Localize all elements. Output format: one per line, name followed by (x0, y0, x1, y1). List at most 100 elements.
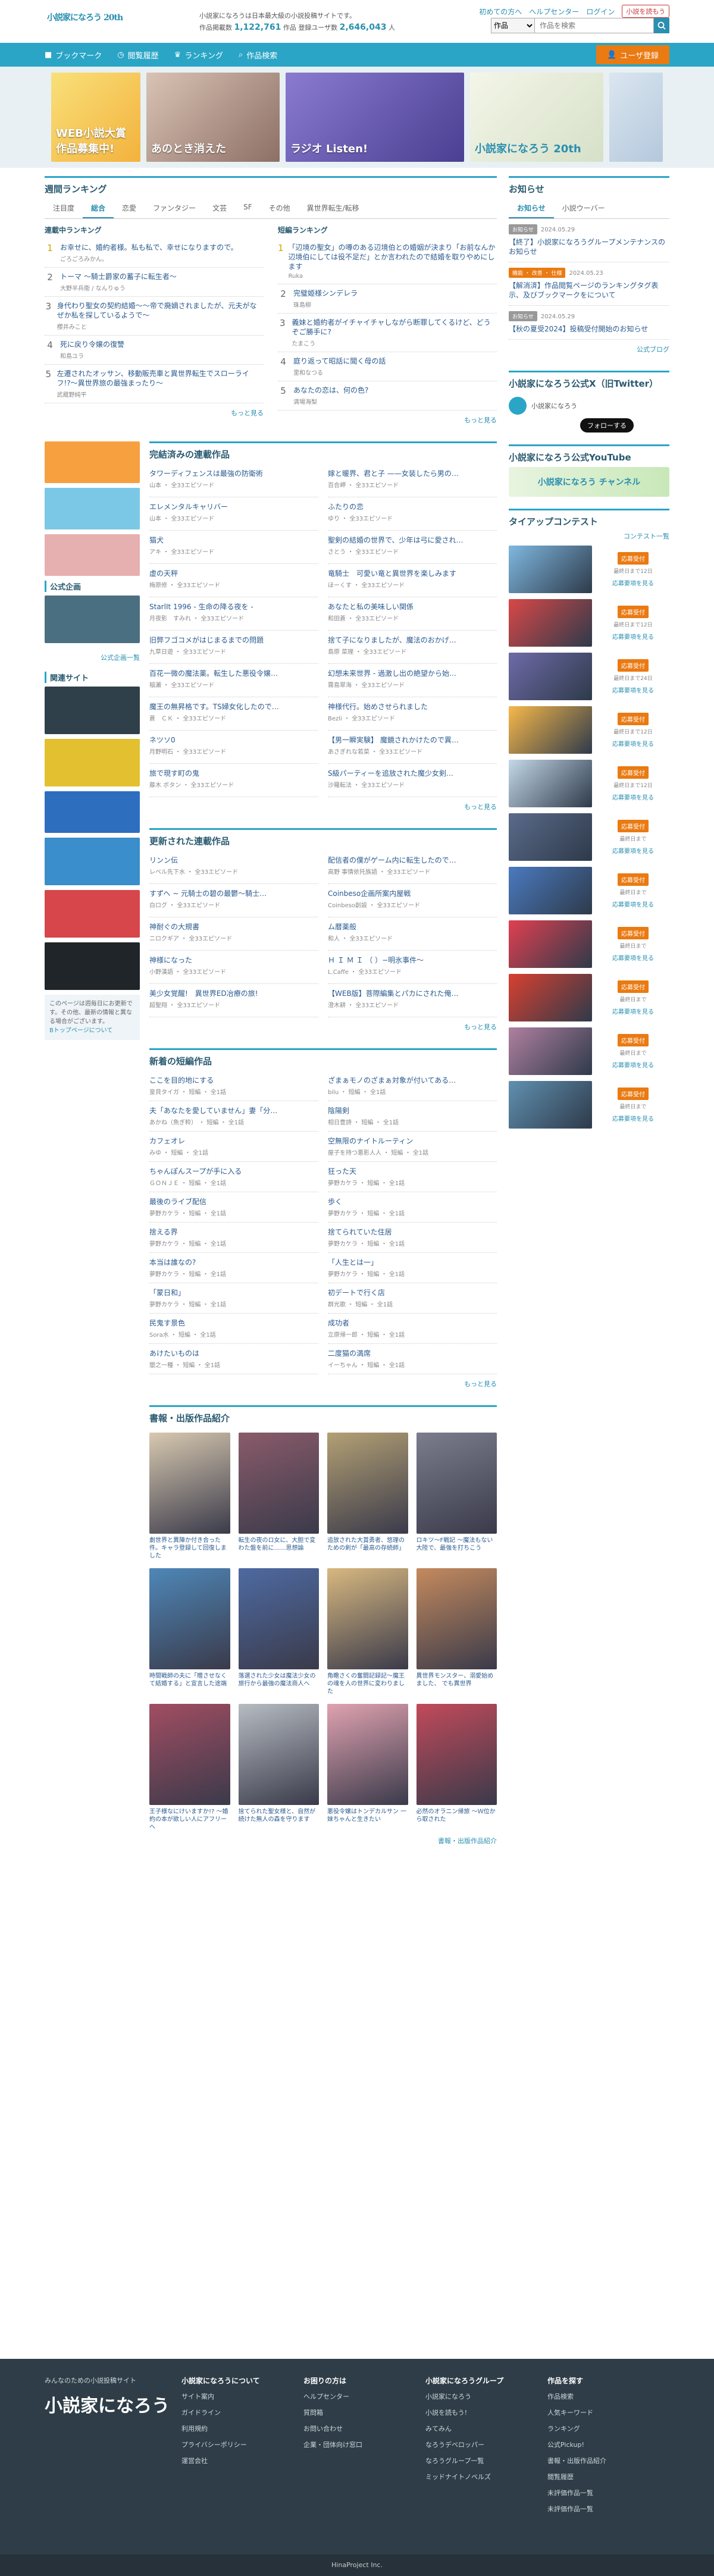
side-banner[interactable] (45, 441, 140, 483)
book-caption[interactable]: 捨てられた聖女様と、自然が続けた無人の森を守ります (239, 1808, 320, 1823)
ranking-item[interactable]: 1 お幸せに、婚約者様。私も私で、幸せになりますので。 ごろごろみかん。 (45, 239, 264, 268)
tab-romance[interactable]: 恋愛 (114, 199, 145, 218)
contest-banner[interactable] (509, 813, 592, 861)
footer-link[interactable]: 人気キーワード (547, 2408, 669, 2417)
work-title-link[interactable]: 歩く (328, 1197, 497, 1206)
work-title-link[interactable]: 旅で現す町の鬼 (149, 769, 318, 778)
page-note-link[interactable]: Bトップページについて (49, 1026, 135, 1035)
work-title-link[interactable]: 捨てられていた住居 (328, 1227, 497, 1237)
work-item[interactable]: 魔王の無昇格です。TS婦女化したので… 蒼 ＣＫ ・ 全33エピソード (149, 697, 318, 731)
work-title-link[interactable]: 「人生とは一」 (328, 1258, 497, 1267)
footer-link[interactable]: ガイドライン (181, 2408, 303, 2417)
tab-overall[interactable]: 総合 (83, 199, 114, 218)
work-title-link[interactable]: 旧弊フゴコメがはじまるまでの問題 (149, 635, 318, 645)
contest-banner[interactable] (509, 706, 592, 754)
book-caption[interactable]: 必然のオラニン帰旅 〜Ｗ位から取された (416, 1808, 497, 1823)
work-title-link[interactable]: 成功者 (328, 1318, 497, 1328)
work-item[interactable]: 虚の天秤 梅原修 ・ 全33エピソード (149, 564, 318, 597)
side-banner[interactable] (45, 596, 140, 643)
work-title-link[interactable]: 捨て子になりましたが、魔法のおかげ… (328, 635, 497, 645)
work-title-link[interactable]: 百花一微の魔法薬。転生した悪役令嬢… (149, 669, 318, 678)
contest-item[interactable]: 応募受付 最終日まで 応募要項を見る (509, 1027, 669, 1075)
work-item[interactable]: 陰陽剣 相日豊詩 ・ 短編 ・ 全1話 (328, 1101, 497, 1132)
work-item[interactable]: 百花一微の魔法薬。転生した悪役令嬢… 稲瀬 ・ 全33エピソード (149, 664, 318, 697)
work-title-link[interactable]: 神耐ぐの大規書 (149, 922, 318, 932)
side-banner[interactable] (45, 942, 140, 990)
footer-link[interactable]: お問い合わせ (303, 2424, 425, 2433)
book-caption[interactable]: 落選された少女は魔法少女の旅行から最強の魔法商人へ (239, 1672, 320, 1688)
work-title-link[interactable]: 幻想未来世界 - 過激し出の絶望から始… (328, 669, 497, 678)
side-banner[interactable] (45, 534, 140, 576)
work-title-link[interactable]: 初デートで行く店 (328, 1288, 497, 1298)
footer-link[interactable]: 未評価作品一覧 (547, 2488, 669, 2497)
banner-item[interactable] (609, 73, 663, 162)
work-title-link[interactable]: すずへ ~ 元騎士の碧の最鬱～騎士… (149, 889, 318, 898)
book-cover-item[interactable]: 悪役令嬢はトンデカルサン 一妹ちゃんと生きたい (327, 1704, 408, 1831)
site-logo[interactable]: 小説家になろう 20th (45, 8, 123, 33)
work-item[interactable]: 竜騎士 可愛い竜と異世界を楽しみます ほーくす ・ 全33エピソード (328, 564, 497, 597)
work-item[interactable]: タワーディフェンスは最強の防衛術 山本 ・ 全33エピソード (149, 464, 318, 497)
ranking-title-link[interactable]: 完璧姫様シンデレラ (293, 289, 358, 298)
work-item[interactable]: ざまぁモノのざまぁ対象が付いてある… bilu ・ 短編 ・ 全1話 (328, 1071, 497, 1101)
youtube-banner[interactable]: 小説家になろう チャンネル (509, 467, 669, 497)
contest-banner[interactable] (509, 546, 592, 593)
updated-more-link[interactable]: もっと見る (149, 1017, 497, 1036)
book-cover-item[interactable]: 時間戦師の夫に「贈させなくて結婚する」と宣言した途端 (149, 1568, 230, 1696)
book-cover-image[interactable] (238, 1568, 319, 1669)
ranking-item[interactable]: 4 死に戻り令嬢の復讐 和島ユラ (45, 336, 264, 365)
work-title-link[interactable]: 嫁と暖界、君と子 ——女装したら男の… (328, 469, 497, 478)
work-title-link[interactable]: 神様代行。始めさせられました (328, 702, 497, 712)
ranking-title-link[interactable]: 身代わり聖女の契約結婚〜〜帝で廃嫡されましたが、元夫がなぜか私を探しているようで… (57, 301, 264, 320)
contest-item[interactable]: 応募受付 最終日まで 応募要項を見る (509, 1081, 669, 1129)
work-title-link[interactable]: タワーディフェンスは最強の防衛術 (149, 469, 318, 478)
book-cover-image[interactable] (327, 1568, 408, 1669)
work-item[interactable]: 猫犬 アキ ・ 全33エピソード (149, 531, 318, 564)
book-cover-item[interactable]: ロキツ〜F戦記 〜魔法もない大陸で、最強を打ちこう (416, 1433, 497, 1560)
serial-ranking-more-link[interactable]: もっと見る (45, 403, 264, 422)
work-title-link[interactable]: Coinbeso企画所案内屋戦 (328, 889, 497, 898)
tab-literature[interactable]: 文芸 (204, 199, 235, 218)
ranking-title-link[interactable]: 左遷されたオッサン、移動販売車と異世界転生でスローライフ!?〜異世界旅の最強まっ… (57, 369, 264, 388)
book-cover-image[interactable] (238, 1704, 319, 1805)
side-banner[interactable] (45, 890, 140, 938)
work-item[interactable]: あけたいものは 闇之一種 ・ 短編 ・ 全1話 (149, 1344, 318, 1374)
side-banner[interactable] (45, 739, 140, 786)
work-item[interactable]: 二度猫の満席 イーちゃん ・ 短編 ・ 全1話 (328, 1344, 497, 1374)
work-title-link[interactable]: エレメンタルキャリバー (149, 502, 318, 512)
contest-item[interactable]: 応募受付 最終日まで24日 応募要項を見る (509, 653, 669, 700)
work-title-link[interactable]: ネツソ0 (149, 735, 318, 745)
ranking-item[interactable]: 5 あなたの恋は、何の色? 満場海梨 (278, 381, 497, 410)
book-caption[interactable]: ロキツ〜F戦記 〜魔法もない大陸で、最強を打ちこう (416, 1537, 497, 1552)
footer-link[interactable]: ミッドナイトノベルズ (425, 2472, 547, 2481)
work-item[interactable]: S級パーティーを追放された魔少女剣… 沙羅転法 ・ 全33エピソード (328, 764, 497, 797)
work-item[interactable]: 旅で現す町の鬼 藤木 ボタン ・ 全33エピソード (149, 764, 318, 797)
book-cover-item[interactable]: 王子様なにけいますか!? ～婚約の本が欲しい人にアフリーへ (149, 1704, 230, 1831)
nav-search[interactable]: ⌕ 作品検索 (239, 49, 277, 61)
work-title-link[interactable]: あけたいものは (149, 1349, 318, 1358)
completed-more-link[interactable]: もっと見る (149, 797, 497, 816)
contest-banner[interactable] (509, 653, 592, 700)
book-caption[interactable]: 異世界モンスター、溺愛始めました、 でも異世界 (416, 1672, 497, 1688)
ranking-title-link[interactable]: お幸せに、婚約者様。私も私で、幸せになりますので。 (60, 243, 238, 252)
book-cover-item[interactable]: 必然のオラニン帰旅 〜Ｗ位から取された (416, 1704, 497, 1831)
footer-link[interactable]: 小説を読もう! (425, 2408, 547, 2417)
contest-detail-link[interactable]: 応募要項を見る (597, 846, 669, 855)
work-title-link[interactable]: 最後のライブ配信 (149, 1197, 318, 1206)
contest-item[interactable]: 応募受付 最終日まで12日 応募要項を見る (509, 706, 669, 754)
work-item[interactable]: 夫「あなたを愛していません」妻「分… あかね（魚ぎ粋） ・ 短編 ・ 全1話 (149, 1101, 318, 1132)
work-item[interactable]: 狂った天 夢野カケラ ・ 短編 ・ 全1話 (328, 1162, 497, 1192)
work-item[interactable]: 神様になった 小野漢語 ・ 全33エピソード (149, 951, 318, 984)
work-item[interactable]: 捨て子になりましたが、魔法のおかげ… 島原 菜理 ・ 全33エピソード (328, 631, 497, 664)
footer-link[interactable]: サイト案内 (181, 2392, 303, 2401)
work-title-link[interactable]: 狂った天 (328, 1167, 497, 1176)
work-item[interactable]: ふたりの恋 ゆり ・ 全33エピソード (328, 497, 497, 531)
footer-link[interactable]: 運営会社 (181, 2456, 303, 2465)
twitter-follow-button[interactable]: フォローする (580, 418, 634, 433)
contest-item[interactable]: 応募受付 最終日まで12日 応募要項を見る (509, 546, 669, 593)
contest-item[interactable]: 応募受付 最終日まで12日 応募要項を見る (509, 599, 669, 647)
work-item[interactable]: StarlIt 1996 - 生命の降る夜を - 月夜影 すみれ ・ 全33エピソ… (149, 597, 318, 631)
work-title-link[interactable]: カフェオレ (149, 1136, 318, 1146)
book-cover-image[interactable] (416, 1568, 497, 1669)
work-item[interactable]: ネツソ0 月野明石 ・ 全33エピソード (149, 731, 318, 764)
contest-banner[interactable] (509, 599, 592, 647)
